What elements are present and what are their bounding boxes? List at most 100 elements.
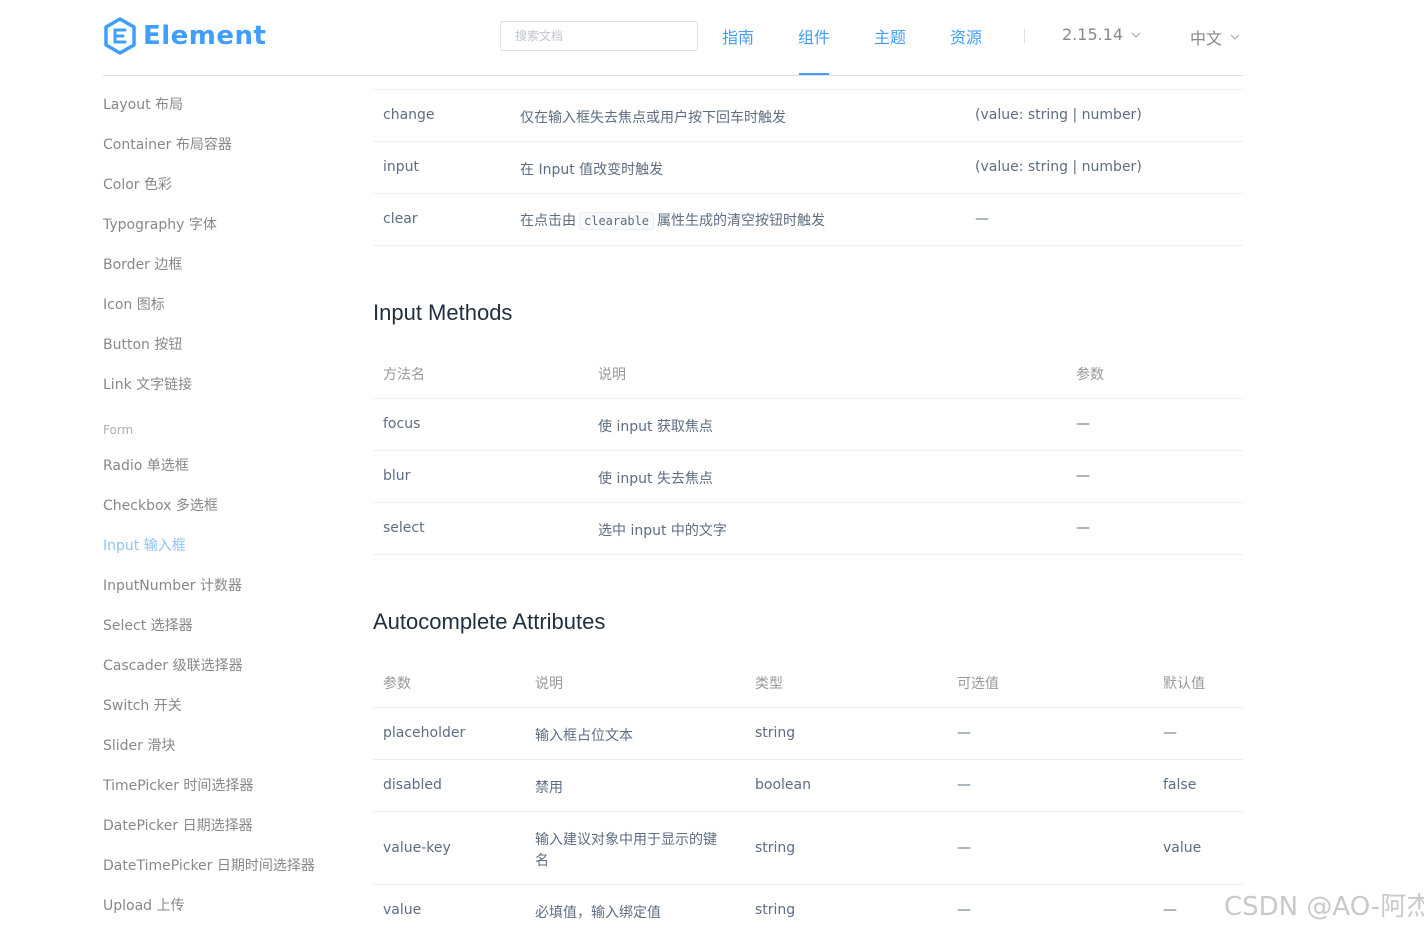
method-params: —	[1076, 468, 1090, 484]
table-row: placeholder 输入框占位文本 string — —	[373, 708, 1243, 760]
section-title-autocomplete: Autocomplete Attributes	[373, 609, 606, 634]
event-name: clear	[383, 211, 418, 227]
attr-default: —	[1163, 902, 1177, 918]
method-desc: 使 input 失去焦点	[598, 471, 713, 487]
nav-component[interactable]: 组件	[798, 24, 830, 48]
column-header: 参数	[383, 676, 411, 692]
attr-param: value	[383, 902, 422, 918]
sidebar-item-link[interactable]: Link 文字链接	[103, 374, 192, 394]
nav-separator	[1024, 29, 1025, 43]
logo-text: Element	[143, 21, 267, 51]
sidebar-group-form: Form	[103, 423, 134, 437]
attr-desc: 输入框占位文本	[535, 728, 633, 744]
sidebar-item-switch[interactable]: Switch 开关	[103, 695, 182, 715]
method-params: —	[1076, 520, 1090, 536]
language-label: 中文	[1190, 29, 1223, 48]
table-row: disabled 禁用 boolean — false	[373, 760, 1243, 812]
language-dropdown[interactable]: 中文	[1190, 25, 1240, 49]
table-row: blur 使 input 失去焦点 —	[373, 451, 1243, 503]
column-header: 方法名	[383, 367, 425, 383]
attr-type: string	[755, 725, 796, 741]
attr-param: disabled	[383, 777, 442, 793]
attr-type: boolean	[755, 777, 811, 793]
attr-desc: 禁用	[535, 780, 563, 796]
attr-options: —	[957, 725, 971, 741]
event-name: change	[383, 107, 435, 123]
attr-default: value	[1163, 840, 1202, 856]
sidebar-item-upload[interactable]: Upload 上传	[103, 895, 185, 915]
header-divider	[103, 75, 1243, 76]
table-row: value-key 输入建议对象中用于显示的键 名 string — value	[373, 812, 1243, 885]
sidebar-item-timepicker[interactable]: TimePicker 时间选择器	[103, 775, 253, 795]
method-desc: 使 input 获取焦点	[598, 419, 713, 435]
inline-code: clearable	[579, 212, 655, 230]
attr-param: placeholder	[383, 725, 466, 741]
column-header: 默认值	[1163, 676, 1205, 692]
column-header: 类型	[755, 676, 783, 692]
section-title-methods: Input Methods	[373, 300, 513, 325]
attr-options: —	[957, 840, 971, 856]
element-logo[interactable]: Element	[103, 16, 266, 56]
sidebar-item-inputnumber[interactable]: InputNumber 计数器	[103, 575, 242, 595]
nav-theme[interactable]: 主题	[874, 24, 906, 48]
sidebar-item-select[interactable]: Select 选择器	[103, 615, 193, 635]
csdn-watermark: CSDN @AO-阿杰	[1224, 892, 1424, 922]
table-header-row: 参数 说明 类型 可选值 默认值	[373, 655, 1243, 708]
attr-type: string	[755, 840, 796, 856]
sidebar-item-input[interactable]: Input 输入框	[103, 535, 186, 555]
column-header: 说明	[535, 676, 563, 692]
method-name: select	[383, 520, 425, 536]
column-header: 参数	[1076, 367, 1104, 383]
sidebar-item-datepicker[interactable]: DatePicker 日期选择器	[103, 815, 253, 835]
table-header-row: 方法名 说明 参数	[373, 346, 1243, 399]
nav-guide[interactable]: 指南	[722, 24, 754, 48]
method-desc: 选中 input 中的文字	[598, 523, 727, 539]
version-label: 2.15.14	[1062, 25, 1124, 44]
table-row: value 必填值，输入绑定值 string — —	[373, 885, 1243, 930]
sidebar-item-color[interactable]: Color 色彩	[103, 174, 172, 194]
sidebar-item-typography[interactable]: Typography 字体	[103, 214, 217, 234]
top-header: Element 指南 组件 主题 资源 2.15.14 中文	[0, 0, 1424, 76]
attr-param: value-key	[383, 840, 451, 856]
event-desc: 在点击由 clearable 属性生成的清空按钮时触发	[520, 210, 825, 230]
event-desc-part: 在点击由	[520, 213, 576, 229]
column-header: 说明	[598, 367, 626, 383]
attr-default: —	[1163, 725, 1177, 741]
sidebar-item-slider[interactable]: Slider 滑块	[103, 735, 175, 755]
sidebar-item-datetimepicker[interactable]: DateTimePicker 日期时间选择器	[103, 855, 315, 875]
attr-options: —	[957, 777, 971, 793]
sidebar-item-border[interactable]: Border 边框	[103, 254, 182, 274]
attr-options: —	[957, 902, 971, 918]
attr-desc-line2: 名	[535, 853, 549, 869]
table-row: clear 在点击由 clearable 属性生成的清空按钮时触发 —	[373, 194, 1243, 246]
method-params: —	[1076, 416, 1090, 432]
search-input[interactable]	[500, 21, 698, 51]
version-dropdown[interactable]: 2.15.14	[1062, 25, 1141, 44]
sidebar-item-icon[interactable]: Icon 图标	[103, 294, 165, 314]
method-name: focus	[383, 416, 421, 432]
chevron-down-icon	[1131, 32, 1141, 38]
event-params: (value: string | number)	[975, 159, 1142, 175]
sidebar-item-button[interactable]: Button 按钮	[103, 334, 182, 354]
event-desc: 在 Input 值改变时触发	[520, 162, 664, 178]
event-name: input	[383, 159, 420, 175]
event-params: —	[975, 211, 989, 227]
sidebar-item-container[interactable]: Container 布局容器	[103, 134, 232, 154]
sidebar-item-cascader[interactable]: Cascader 级联选择器	[103, 655, 243, 675]
event-params: (value: string | number)	[975, 107, 1142, 123]
attr-desc: 必填值，输入绑定值	[535, 905, 661, 921]
column-header: 可选值	[957, 676, 999, 692]
table-row: input 在 Input 值改变时触发 (value: string | nu…	[373, 142, 1243, 194]
table-row: change 仅在输入框失去焦点或用户按下回车时触发 (value: strin…	[373, 90, 1243, 142]
nav-resource[interactable]: 资源	[950, 24, 982, 48]
sidebar-item-checkbox[interactable]: Checkbox 多选框	[103, 495, 218, 515]
attr-desc-line1: 输入建议对象中用于显示的键	[535, 832, 717, 848]
sidebar-item-radio[interactable]: Radio 单选框	[103, 455, 189, 475]
element-hexagon-logo-icon	[104, 17, 136, 55]
event-desc: 仅在输入框失去焦点或用户按下回车时触发	[520, 110, 786, 126]
chevron-down-icon	[1230, 34, 1240, 40]
attr-type: string	[755, 902, 796, 918]
sidebar-item-layout[interactable]: Layout 布局	[103, 94, 183, 114]
table-row: select 选中 input 中的文字 —	[373, 503, 1243, 555]
table-row: focus 使 input 获取焦点 —	[373, 399, 1243, 451]
